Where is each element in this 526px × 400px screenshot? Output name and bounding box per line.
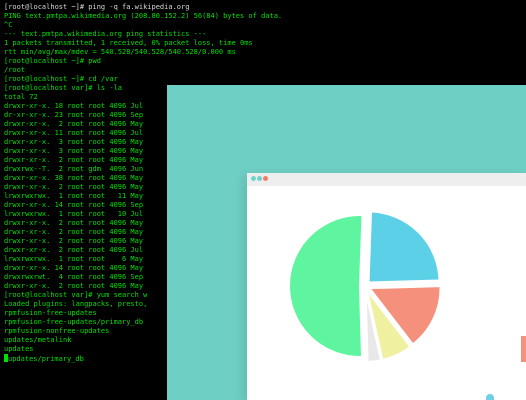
terminal-cursor [4, 354, 8, 362]
pie-chart [288, 210, 442, 363]
terminal-line: PING text.pmtpa.wikimedia.org (208.80.15… [4, 12, 283, 20]
terminal-line: /root [4, 66, 26, 74]
terminal-line: [root@localhost ~]# ping -q fa.wikipedia… [4, 3, 190, 11]
shape-fragment-illustration [486, 394, 494, 400]
terminal-line: rtt min/avg/max/mdev = 540.528/540.528/5… [4, 48, 236, 56]
terminal-line: 1 packets transmitted, 1 received, 0% pa… [4, 39, 253, 47]
pie-slice [367, 210, 441, 284]
terminal-line: --- text.pmtpa.wikimedia.org ping statis… [4, 30, 207, 38]
bar-fragment-illustration [521, 336, 526, 362]
terminal-line: ^C [4, 21, 13, 29]
terminal-line: [root@localhost ~]# pwd [4, 57, 101, 65]
pie-slice [288, 214, 364, 358]
terminal-line: [root@localhost ~]# cd /var [4, 75, 118, 83]
